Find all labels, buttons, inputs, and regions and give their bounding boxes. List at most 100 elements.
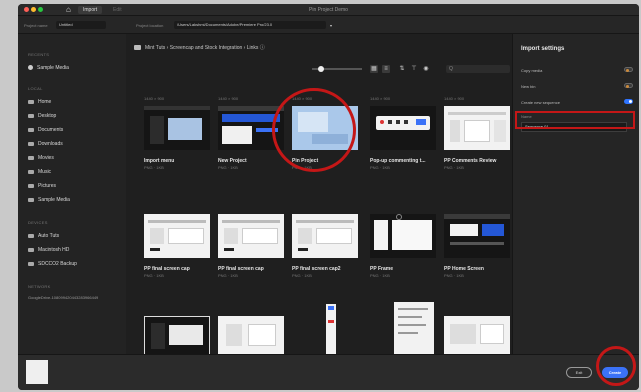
folder-icon	[134, 45, 141, 51]
media-card[interactable]	[394, 302, 434, 358]
card-meta: PNG · 1KB	[218, 273, 238, 278]
project-name-field[interactable]: Untitled	[56, 21, 106, 29]
drive-icon	[28, 247, 34, 252]
card-thumbnail	[144, 106, 210, 150]
sort-icon[interactable]: ⇅	[398, 65, 406, 73]
sidebar: RECENTS Sample Media LOCAL Home Desktop …	[18, 34, 126, 354]
document-icon	[28, 127, 34, 132]
sidebar-item-google-drive[interactable]: GoogleDrive-108099420443283966449	[28, 294, 98, 302]
card-dimensions: 1440 × 900	[218, 96, 239, 101]
project-name-label: Project name	[24, 23, 48, 28]
card-title: PP final screen cap	[218, 266, 264, 272]
card-dimensions: 1440 × 900	[370, 96, 391, 101]
card-title: PP Comments Review	[444, 158, 497, 164]
folder-icon	[28, 155, 34, 160]
exit-button[interactable]: Exit	[566, 367, 592, 378]
media-card[interactable]: 1440 × 900 Pop-up commenting t... PNG · …	[370, 96, 436, 170]
new-bin-row: New bin	[521, 83, 633, 89]
title-bar: ⌂ Import Edit Pin Project Demo	[18, 4, 639, 16]
section-local: LOCAL	[28, 86, 43, 91]
card-meta: PNG · 1KB	[444, 273, 464, 278]
media-card[interactable]: PP Home Screen PNG · 1KB	[444, 214, 510, 278]
grid-view-icon[interactable]: ▦	[370, 65, 378, 73]
copy-media-row: Copy media	[521, 67, 633, 73]
media-card[interactable]: PP final screen cap2 PNG · 1KB	[292, 214, 358, 278]
card-thumbnail	[218, 214, 284, 258]
sidebar-item-movies[interactable]: Movies	[28, 154, 54, 162]
slider-knob[interactable]	[318, 66, 324, 72]
sidebar-item-sdcco2-backup[interactable]: SDCCO2 Backup	[28, 260, 77, 268]
project-options-bar: Project name Untitled Project location /…	[18, 16, 639, 34]
list-view-icon[interactable]: ≡	[382, 65, 390, 73]
card-meta: PNG · 1KB	[218, 165, 238, 170]
home-icon	[28, 99, 34, 104]
bottom-bar: Exit Create	[18, 354, 639, 390]
media-card[interactable]: 1440 × 900 Import menu PNG · 1KB	[144, 96, 210, 170]
new-bin-label: New bin	[521, 84, 536, 89]
sidebar-item-macintosh-hd[interactable]: Macintosh HD	[28, 246, 69, 254]
card-thumbnail	[394, 302, 434, 358]
desktop-icon	[28, 113, 34, 118]
card-title: PP Frame	[370, 266, 393, 272]
section-recents: RECENTS	[28, 52, 50, 57]
create-sequence-toggle[interactable]	[624, 99, 633, 104]
sidebar-item-sample-media[interactable]: Sample Media	[28, 196, 70, 204]
project-location-label: Project location	[136, 23, 164, 28]
card-meta: PNG · 1KB	[144, 165, 164, 170]
drive-icon	[28, 233, 34, 238]
card-thumbnail	[444, 106, 510, 150]
download-icon	[28, 141, 34, 146]
selected-media-thumbnail[interactable]	[26, 360, 48, 384]
section-network: NETWORK	[28, 284, 51, 289]
sidebar-item-music[interactable]: Music	[28, 168, 51, 176]
sidebar-item-home[interactable]: Home	[28, 98, 51, 106]
media-card[interactable]: PP final screen cap PNG · 1KB	[218, 214, 284, 278]
annotation-circle-pin-project	[272, 88, 356, 172]
card-thumbnail	[444, 214, 510, 258]
card-meta: PNG · 1KB	[292, 273, 312, 278]
card-dimensions: 1440 × 900	[144, 96, 165, 101]
eye-icon[interactable]: ◉	[422, 65, 430, 73]
music-icon	[28, 169, 34, 174]
create-sequence-label: Create new sequence	[521, 100, 560, 105]
search-input[interactable]: Q	[446, 65, 510, 73]
create-sequence-row: Create new sequence	[521, 99, 633, 105]
annotation-rect-sequence-name	[515, 111, 635, 129]
drive-icon	[28, 261, 34, 266]
project-location-field[interactable]: /Users/Lakshmi/Documents/Adobe/Premiere …	[174, 21, 326, 29]
card-dimensions: 1440 × 900	[444, 96, 465, 101]
card-thumbnail	[370, 106, 436, 150]
card-meta: PNG · 1KB	[444, 165, 464, 170]
sidebar-item-documents[interactable]: Documents	[28, 126, 63, 134]
location-dropdown-icon[interactable]: ▾	[330, 23, 332, 28]
card-thumbnail	[292, 214, 358, 258]
card-thumbnail	[144, 214, 210, 258]
picture-icon	[28, 183, 34, 188]
card-meta: PNG · 1KB	[370, 273, 390, 278]
premiere-window: ⌂ Import Edit Pin Project Demo Project n…	[18, 4, 639, 390]
card-title: PP final screen cap	[144, 266, 190, 272]
window-title: Pin Project Demo	[309, 7, 348, 13]
card-thumbnail	[370, 214, 436, 258]
card-title: PP Home Screen	[444, 266, 484, 272]
sidebar-item-pictures[interactable]: Pictures	[28, 182, 56, 190]
star-icon	[28, 65, 33, 71]
copy-media-toggle[interactable]	[624, 67, 633, 72]
import-settings-title: Import settings	[521, 46, 565, 52]
card-title: Import menu	[144, 158, 175, 164]
card-title: New Project	[218, 158, 247, 164]
media-card[interactable]: 1440 × 900 PP Comments Review PNG · 1KB	[444, 96, 510, 170]
sidebar-item-desktop[interactable]: Desktop	[28, 112, 56, 120]
breadcrumb[interactable]: Mint Tuts › Screencap and Stock Integrat…	[134, 44, 265, 52]
copy-media-label: Copy media	[521, 68, 543, 73]
sidebar-item-sample-media-recent[interactable]: Sample Media	[28, 64, 69, 72]
thumbnail-size-slider[interactable]	[312, 66, 362, 72]
sidebar-item-downloads[interactable]: Downloads	[28, 140, 63, 148]
card-title: PP final screen cap2	[292, 266, 341, 272]
annotation-circle-create	[596, 346, 636, 386]
sidebar-item-auto-tuts[interactable]: Auto Tuts	[28, 232, 59, 240]
filter-icon[interactable]: ⊤	[410, 65, 418, 73]
media-card[interactable]: PP final screen cap PNG · 1KB	[144, 214, 210, 278]
media-card[interactable]: PP Frame PNG · 1KB	[370, 214, 436, 278]
new-bin-toggle[interactable]	[624, 83, 633, 88]
